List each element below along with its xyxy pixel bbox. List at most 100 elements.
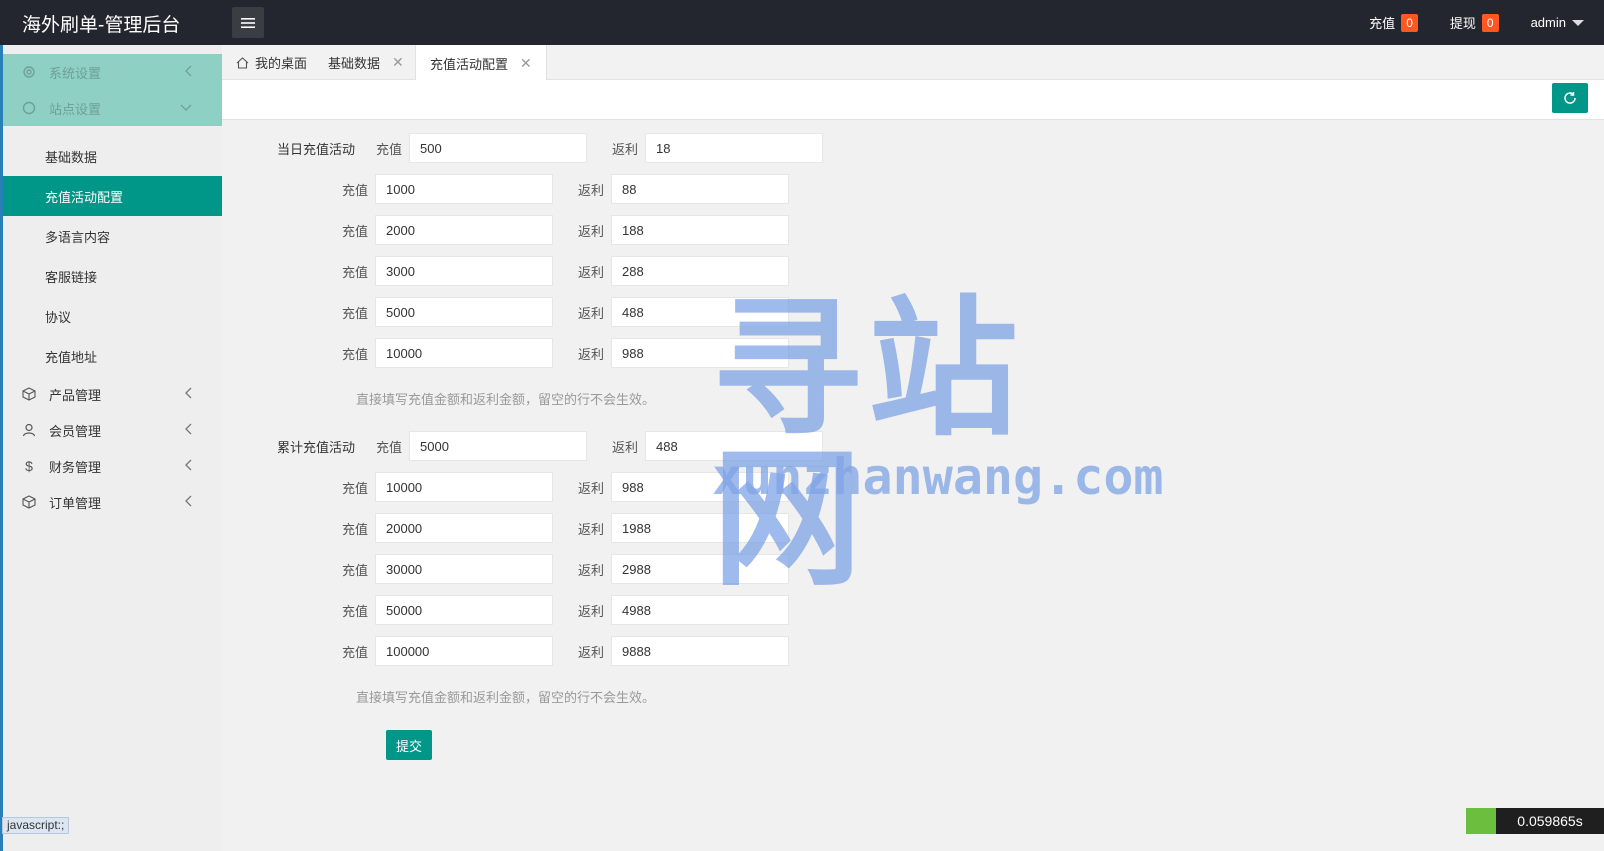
chevron-left-icon <box>185 65 192 77</box>
recharge-label: 充值 <box>341 644 368 660</box>
debug-timer: 0.059865s <box>1466 808 1604 834</box>
sidebar-item-multilang[interactable]: 多语言内容 <box>3 216 222 256</box>
recharge-input[interactable] <box>375 256 553 286</box>
form-row: 充值 返利 <box>335 297 789 327</box>
sidebar-group-system[interactable]: 系统设置 <box>3 54 222 90</box>
rebate-label: 返利 <box>577 223 604 239</box>
tab-basic-data[interactable]: 基础数据 ✕ <box>314 45 418 80</box>
rebate-input[interactable] <box>611 472 789 502</box>
rebate-input[interactable] <box>611 595 789 625</box>
recharge-input[interactable] <box>375 297 553 327</box>
recharge-nav[interactable]: 充值 0 <box>1369 13 1418 32</box>
tab-my-desktop[interactable]: 我的桌面 <box>222 45 321 80</box>
rebate-label: 返利 <box>577 480 604 496</box>
recharge-label: 充值 <box>375 439 402 455</box>
leaf-icon <box>1466 808 1496 834</box>
user-menu[interactable]: admin <box>1531 15 1584 30</box>
recharge-input[interactable] <box>375 636 553 666</box>
rebate-label: 返利 <box>577 644 604 660</box>
rebate-label: 返利 <box>577 603 604 619</box>
sidebar-item-label: 充值地址 <box>45 349 98 365</box>
top-bar: 海外刷单-管理后台 充值 0 提现 0 admin <box>0 0 1604 45</box>
form-row: 充值 返利 <box>335 256 789 286</box>
recharge-label: 充值 <box>341 562 368 578</box>
rebate-input[interactable] <box>611 297 789 327</box>
rebate-input[interactable] <box>611 174 789 204</box>
recharge-input[interactable] <box>375 472 553 502</box>
tab-label: 充值活动配置 <box>430 56 509 72</box>
refresh-button[interactable] <box>1552 83 1588 113</box>
recharge-input[interactable] <box>375 554 553 584</box>
chevron-left-icon <box>185 459 192 471</box>
sidebar-item-label: 客服链接 <box>45 269 98 285</box>
recharge-input[interactable] <box>375 338 553 368</box>
sidebar-item-recharge-activity[interactable]: 充值活动配置 <box>3 176 222 216</box>
sidebar-group-finance[interactable]: $ 财务管理 <box>3 448 222 484</box>
recharge-input[interactable] <box>409 431 587 461</box>
withdraw-nav[interactable]: 提现 0 <box>1450 13 1499 32</box>
form-row: 充值 返利 <box>335 513 789 543</box>
sidebar-item-agreement[interactable]: 协议 <box>3 296 222 336</box>
sidebar-item-basic-data[interactable]: 基础数据 <box>3 136 222 176</box>
recharge-label: 充值 <box>341 264 368 280</box>
cube-icon <box>21 494 37 510</box>
cumulative-section-label: 累计充值活动 <box>276 439 355 455</box>
form-row: 当日充值活动 充值 返利 <box>267 133 823 163</box>
recharge-input[interactable] <box>375 513 553 543</box>
recharge-label: 充值 <box>341 182 368 198</box>
recharge-label: 充值 <box>341 305 368 321</box>
sidebar-group-label: 会员管理 <box>49 423 102 439</box>
rebate-input[interactable] <box>611 636 789 666</box>
sidebar-item-label: 协议 <box>45 309 72 325</box>
caret-down-icon <box>1572 19 1584 26</box>
rebate-input[interactable] <box>611 554 789 584</box>
gear-icon <box>21 64 37 80</box>
rebate-input[interactable] <box>611 338 789 368</box>
recharge-input[interactable] <box>375 595 553 625</box>
rebate-input[interactable] <box>645 431 823 461</box>
form-row: 充值 返利 <box>335 554 789 584</box>
form-row: 充值 返利 <box>335 595 789 625</box>
daily-section-label: 当日充值活动 <box>276 141 355 157</box>
sidebar-group-products[interactable]: 产品管理 <box>3 376 222 412</box>
close-icon[interactable]: ✕ <box>520 55 532 72</box>
rebate-label: 返利 <box>577 182 604 198</box>
cube-icon <box>21 386 37 402</box>
sidebar-group-label: 系统设置 <box>49 65 102 81</box>
recharge-input[interactable] <box>375 215 553 245</box>
rebate-input[interactable] <box>645 133 823 163</box>
sidebar-group-label: 产品管理 <box>49 387 102 403</box>
close-icon[interactable]: ✕ <box>392 54 404 71</box>
recharge-input[interactable] <box>375 174 553 204</box>
sidebar-item-recharge-address[interactable]: 充值地址 <box>3 336 222 376</box>
sidebar-item-service-link[interactable]: 客服链接 <box>3 256 222 296</box>
rebate-label: 返利 <box>611 439 638 455</box>
chevron-left-icon <box>185 495 192 507</box>
rebate-label: 返利 <box>577 521 604 537</box>
rebate-label: 返利 <box>577 264 604 280</box>
toolbar <box>222 80 1604 120</box>
sidebar: 系统设置 站点设置 基础数据 充值活动配置 多语言内容 客服链接 协议 充值地址… <box>0 45 222 851</box>
rebate-input[interactable] <box>611 215 789 245</box>
rebate-label: 返利 <box>577 305 604 321</box>
sidebar-group-members[interactable]: 会员管理 <box>3 412 222 448</box>
rebate-label: 返利 <box>577 562 604 578</box>
user-name: admin <box>1530 15 1566 30</box>
menu-toggle-button[interactable] <box>232 7 264 38</box>
recharge-label: 充值 <box>341 603 368 619</box>
rebate-input[interactable] <box>611 256 789 286</box>
user-icon <box>21 422 37 438</box>
chevron-down-icon <box>180 104 192 111</box>
site-icon <box>21 100 37 116</box>
chevron-left-icon <box>185 423 192 435</box>
recharge-input[interactable] <box>409 133 587 163</box>
rebate-input[interactable] <box>611 513 789 543</box>
form-row: 充值 返利 <box>335 174 789 204</box>
sidebar-group-orders[interactable]: 订单管理 <box>3 484 222 520</box>
form-row: 充值 返利 <box>335 636 789 666</box>
sidebar-group-site[interactable]: 站点设置 <box>3 90 222 126</box>
tab-recharge-activity[interactable]: 充值活动配置 ✕ <box>415 45 547 81</box>
tab-label: 基础数据 <box>328 56 381 71</box>
top-nav: 充值 0 提现 0 admin <box>1369 0 1604 45</box>
submit-button[interactable]: 提交 <box>386 730 433 760</box>
